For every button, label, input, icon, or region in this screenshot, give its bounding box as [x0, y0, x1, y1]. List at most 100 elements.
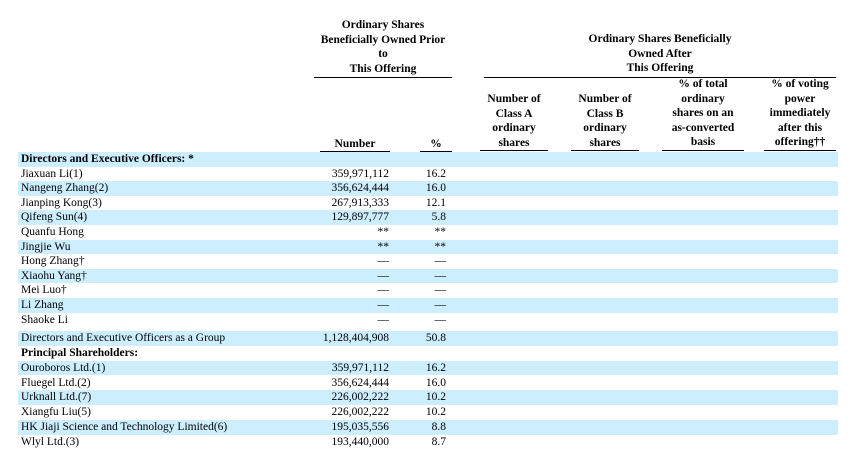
prior-header-line-4: This Offering [349, 62, 417, 75]
col-pct-label: % [430, 138, 442, 150]
table-row: Nangeng Zhang(2) 356,624,444 16.0 [18, 181, 838, 196]
table-row: Jianping Kong(3) 267,913,333 12.1 [18, 196, 838, 211]
row-pct: 16.0 [425, 376, 446, 389]
prior-header-line-3: to [378, 48, 388, 60]
pct-total-line-3: shares on an [672, 107, 734, 119]
table-row: Wlyl Ltd.(3) 193,440,000 8.7 [18, 435, 838, 450]
row-label: Quanfu Hong [21, 226, 84, 238]
table-row: Urknall Ltd.(7) 226,002,222 10.2 [18, 390, 838, 405]
row-pct: 10.2 [425, 406, 446, 419]
table-row: Li Zhang — — [18, 298, 838, 313]
row-pct: — [434, 269, 447, 282]
table-row: Qifeng Sun(4) 129,897,777 5.8 [18, 210, 838, 225]
row-label: Shaoke Li [21, 313, 68, 326]
row-label: Jianping Kong(3) [21, 196, 102, 209]
row-pct: 16.0 [425, 182, 446, 195]
row-number: 226,002,222 [331, 391, 390, 404]
class-a-line-3: ordinary [492, 122, 536, 134]
row-pct: 16.2 [425, 167, 446, 180]
table-row: HK Jiaji Science and Technology Limited(… [18, 420, 838, 435]
row-number: — [377, 299, 390, 311]
prior-header-line-1: Ordinary Shares [341, 19, 425, 31]
row-number: — [377, 269, 390, 282]
class-b-line-2: Class B [586, 107, 624, 120]
row-label: Mei Luo† [21, 284, 67, 297]
prior-header-line-2: Beneficially Owned Prior [320, 33, 446, 46]
pct-total-line-5: basis [662, 135, 744, 151]
row-label: Wlyl Ltd.(3) [21, 435, 80, 448]
pct-voting-line-2: power [784, 92, 816, 105]
row-number: 267,913,333 [331, 196, 390, 209]
table-row: Fluegel Ltd.(2) 356,624,444 16.0 [18, 376, 838, 391]
row-pct: ** [434, 240, 447, 253]
row-number: ** [377, 226, 390, 238]
row-number: 1,128,404,908 [322, 332, 389, 344]
row-number: 195,035,556 [331, 421, 390, 433]
row-label: Directors and Executive Officers: * [21, 153, 194, 165]
row-number: 359,971,112 [331, 361, 389, 374]
pct-voting-line-5: offering†† [764, 135, 836, 151]
row-pct: 12.1 [425, 196, 446, 209]
row-pct: 16.2 [425, 361, 446, 374]
pct-total-line-2: ordinary [681, 92, 725, 105]
pct-total-line-1: % of total [678, 78, 728, 90]
after-header-line-3: This Offering [626, 62, 694, 74]
col-header-number: Number [320, 137, 390, 152]
row-number: 226,002,222 [331, 406, 390, 419]
table-row: Xiangfu Liu(5) 226,002,222 10.2 [18, 405, 838, 420]
row-pct: — [434, 255, 447, 268]
class-a-line-2: Class A [495, 107, 533, 120]
row-pct: — [434, 313, 447, 326]
table-row: Jingjie Wu ** ** [18, 239, 838, 255]
row-label: Jiaxuan Li(1) [21, 167, 83, 180]
row-pct: 50.8 [425, 332, 446, 344]
table-row: Directors and Executive Officers as a Gr… [18, 331, 838, 346]
table-row: Directors and Executive Officers: * [18, 152, 838, 167]
col-header-pct-total: % of total ordinary shares on an as-conv… [662, 77, 744, 151]
after-header-line-2: Owned After [628, 47, 692, 60]
table-row: Xiaohu Yang† — — [18, 268, 838, 284]
prior-group-underline [314, 77, 452, 78]
prior-offering-group-header: Ordinary Shares Beneficially Owned Prior… [314, 18, 452, 76]
row-label: Fluegel Ltd.(2) [21, 376, 91, 389]
col-header-pct-voting: % of voting power immediately after this… [764, 77, 836, 151]
col-header-pct: % [420, 137, 452, 152]
row-pct: 8.8 [431, 421, 446, 433]
pct-total-line-4: as-converted [671, 121, 735, 134]
class-b-line-3: ordinary [583, 122, 627, 134]
table-row: Jiaxuan Li(1) 359,971,112 16.2 [18, 167, 838, 182]
row-pct: — [434, 284, 447, 297]
class-b-line-1: Number of [578, 93, 632, 105]
row-label: Qifeng Sun(4) [21, 211, 88, 224]
pct-voting-line-3: immediately [769, 107, 831, 119]
table-row: Principal Shareholders: [18, 346, 838, 361]
col-header-class-a: Number of Class A ordinary shares [480, 92, 548, 151]
row-number: 356,624,444 [331, 182, 390, 195]
row-label: Principal Shareholders: [21, 346, 139, 359]
row-pct: — [434, 299, 447, 311]
row-pct: ** [434, 226, 447, 238]
row-number: ** [377, 240, 390, 253]
row-label: Ouroboros Ltd.(1) [21, 361, 106, 374]
after-offering-group-header: Ordinary Shares Beneficially Owned After… [580, 32, 740, 76]
pct-voting-line-4: after this [777, 121, 823, 134]
col-number-label: Number [334, 138, 376, 150]
row-label: Xiangfu Liu(5) [21, 406, 91, 419]
table-row: Shaoke Li — — [18, 313, 838, 328]
row-label: Nangeng Zhang(2) [21, 182, 109, 195]
row-label: HK Jiaji Science and Technology Limited(… [21, 421, 228, 433]
row-number: — [377, 255, 390, 268]
class-b-line-4: shares [571, 136, 639, 151]
row-number: — [377, 313, 390, 326]
row-pct: 10.2 [425, 391, 446, 404]
row-number: — [377, 284, 390, 297]
after-header-line-1: Ordinary Shares Beneficially [588, 33, 732, 45]
row-number: 359,971,112 [331, 167, 389, 180]
pct-voting-line-1: % of voting [771, 78, 829, 90]
row-number: 129,897,777 [331, 211, 390, 224]
table-row: Mei Luo† — — [18, 283, 838, 298]
row-pct: 5.8 [431, 211, 446, 224]
table-row: Quanfu Hong ** ** [18, 225, 838, 240]
row-label: Xiaohu Yang† [21, 269, 87, 282]
row-number: 356,624,444 [331, 376, 390, 389]
